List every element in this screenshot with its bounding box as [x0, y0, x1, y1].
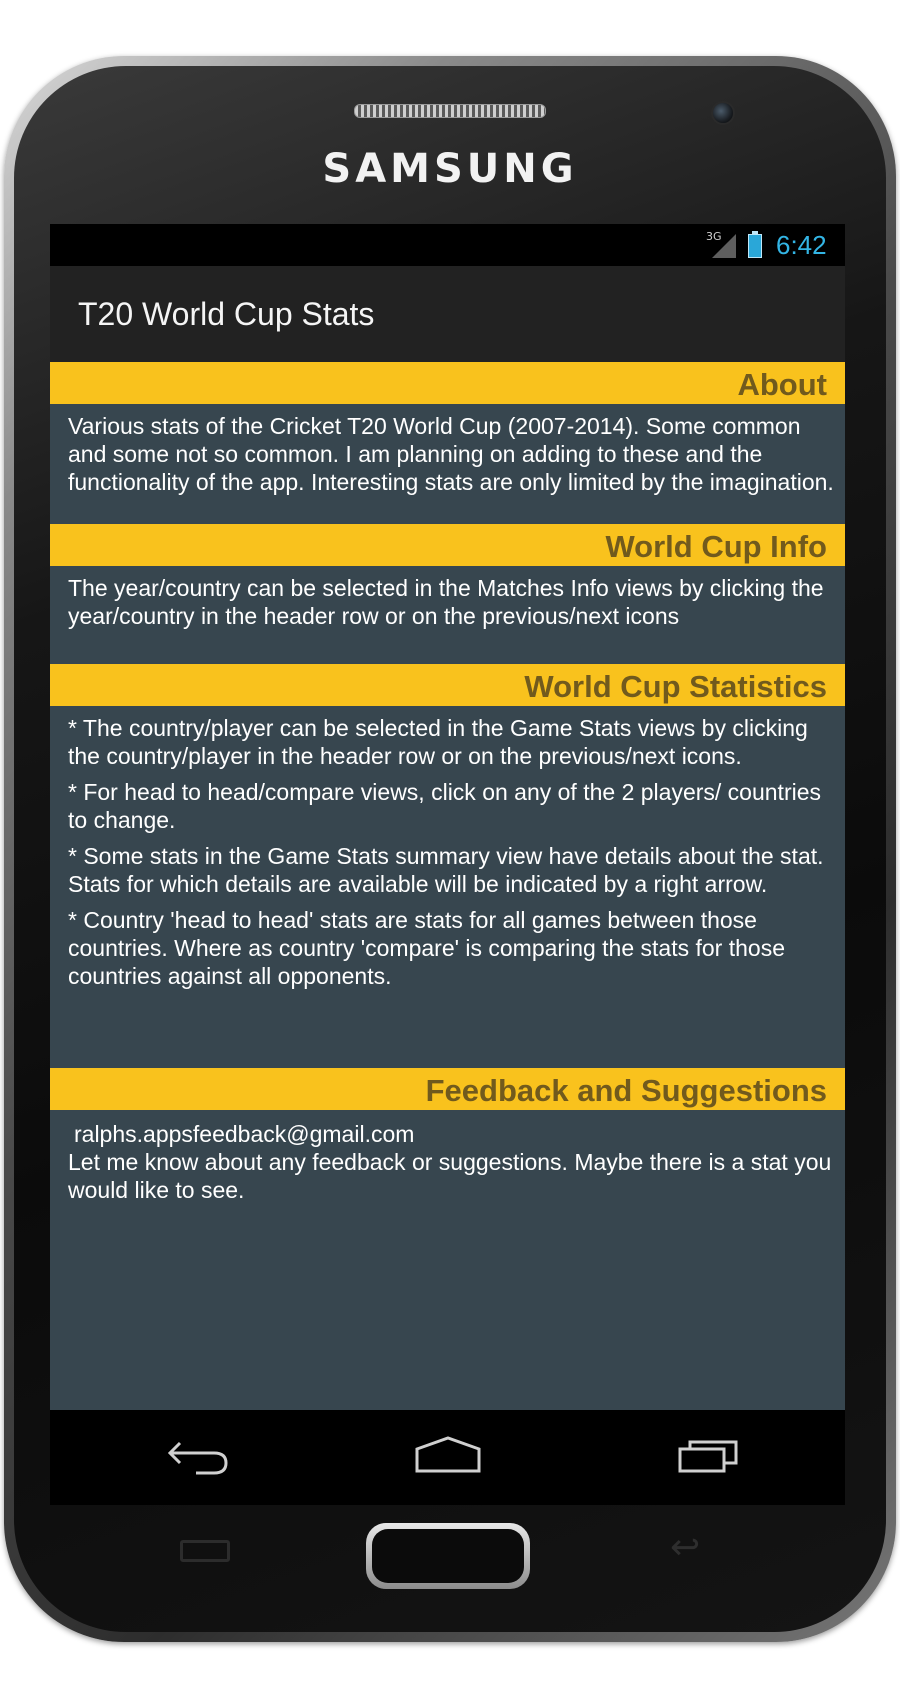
- home-button[interactable]: [408, 1430, 488, 1480]
- hardware-menu-icon[interactable]: [180, 1540, 240, 1570]
- section-body-about: Various stats of the Cricket T20 World C…: [50, 404, 845, 524]
- section-header-world-cup-info: World Cup Info: [50, 524, 845, 566]
- earpiece-speaker: [354, 104, 546, 118]
- app-title: T20 World Cup Stats: [78, 296, 375, 332]
- about-text: Various stats of the Cricket T20 World C…: [68, 413, 834, 495]
- section-body-feedback: ralphs.appsfeedback@gmail.com Let me kno…: [50, 1110, 845, 1210]
- statistics-tip: * For head to head/compare views, click …: [68, 779, 822, 833]
- section-header-world-cup-statistics: World Cup Statistics: [50, 664, 845, 706]
- world-cup-info-text: The year/country can be selected in the …: [68, 575, 824, 629]
- section-body-world-cup-info: The year/country can be selected in the …: [50, 566, 845, 664]
- hardware-back-icon[interactable]: ↩: [670, 1527, 700, 1568]
- status-bar: 3G 6:42: [50, 224, 845, 266]
- feedback-email-link[interactable]: ralphs.appsfeedback@gmail.com: [68, 1120, 835, 1148]
- statistics-tip: * The country/player can be selected in …: [68, 715, 808, 769]
- statistics-tip: * Country 'head to head' stats are stats…: [68, 907, 785, 989]
- recent-apps-icon: [678, 1440, 738, 1473]
- action-bar: T20 World Cup Stats: [50, 266, 845, 362]
- app-screen: 3G 6:42 T20 World Cup Stats About Variou…: [50, 224, 845, 1410]
- statistics-tip: * Some stats in the Game Stats summary v…: [68, 843, 824, 897]
- front-camera: [711, 101, 735, 125]
- back-button[interactable]: [160, 1430, 240, 1480]
- signal-strength-icon: [712, 234, 736, 258]
- section-header-feedback: Feedback and Suggestions: [50, 1068, 845, 1110]
- device-brand-logo: SAMSUNG: [322, 146, 578, 192]
- system-navigation-bar: [50, 1410, 845, 1505]
- battery-charging-icon: [748, 231, 762, 258]
- home-icon: [415, 1436, 481, 1473]
- section-body-world-cup-statistics: * The country/player can be selected in …: [50, 706, 845, 1068]
- hardware-buttons: ↩: [50, 1505, 845, 1605]
- section-header-about: About: [50, 362, 845, 404]
- help-content[interactable]: About Various stats of the Cricket T20 W…: [50, 362, 845, 1210]
- hardware-home-button[interactable]: [366, 1523, 530, 1589]
- recent-apps-button[interactable]: [670, 1430, 750, 1480]
- back-arrow-icon: [168, 1441, 228, 1475]
- status-time: 6:42: [776, 230, 827, 260]
- feedback-text: Let me know about any feedback or sugges…: [68, 1149, 832, 1203]
